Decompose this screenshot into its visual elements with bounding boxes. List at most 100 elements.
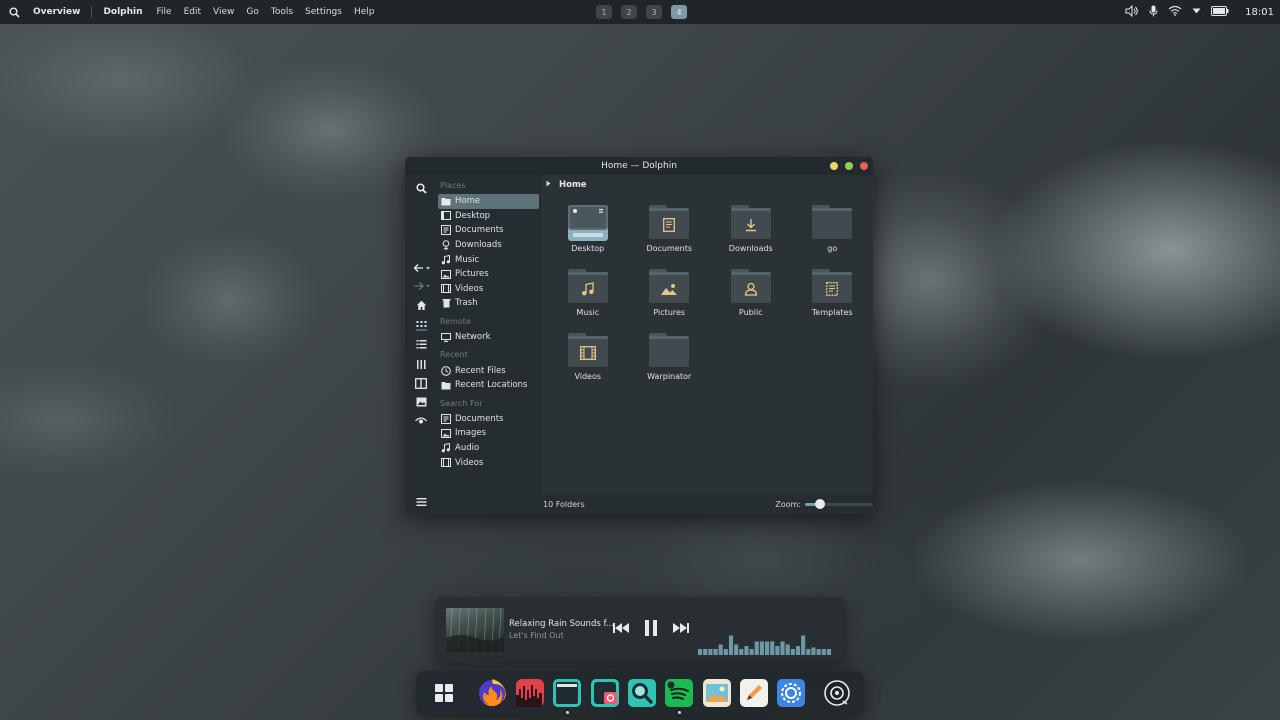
workspace-2[interactable]: 2 bbox=[621, 5, 637, 19]
search-icon[interactable] bbox=[414, 181, 428, 195]
places-item-trash[interactable]: Trash bbox=[438, 296, 539, 311]
places-item-desktop[interactable]: Desktop bbox=[438, 209, 539, 224]
text-editor-icon[interactable] bbox=[740, 679, 768, 707]
maximize-button[interactable] bbox=[845, 162, 853, 170]
overview-button[interactable]: Overview bbox=[33, 7, 80, 17]
folder-go[interactable]: go bbox=[792, 203, 874, 267]
volume-icon[interactable] bbox=[1125, 4, 1139, 20]
places-item-label: Pictures bbox=[455, 269, 489, 280]
menu-go[interactable]: Go bbox=[246, 7, 258, 17]
workspace-3[interactable]: 3 bbox=[646, 5, 662, 19]
previous-track-icon[interactable] bbox=[613, 623, 629, 636]
breadcrumb-arrow-icon[interactable] bbox=[546, 180, 551, 190]
settings-icon[interactable] bbox=[777, 679, 805, 707]
folder-label: go bbox=[827, 244, 838, 253]
back-icon[interactable] bbox=[413, 261, 431, 275]
places-item-home[interactable]: Home bbox=[438, 194, 539, 209]
audio-editor-icon[interactable] bbox=[516, 679, 544, 707]
menu-settings[interactable]: Settings bbox=[305, 7, 342, 17]
pause-icon[interactable] bbox=[643, 620, 659, 639]
chevron-down-icon[interactable] bbox=[1192, 7, 1201, 17]
places-item-music[interactable]: Music bbox=[438, 252, 539, 267]
window-titlebar[interactable]: Home — Dolphin bbox=[405, 157, 873, 175]
firefox-icon[interactable] bbox=[478, 679, 506, 707]
music-note-icon bbox=[441, 443, 451, 453]
folder-downloads[interactable]: Downloads bbox=[710, 203, 792, 267]
minimize-button[interactable] bbox=[830, 162, 838, 170]
folder-templates[interactable]: Templates bbox=[792, 267, 874, 331]
folder-desktop[interactable]: Desktop bbox=[547, 203, 629, 267]
hamburger-menu-icon[interactable] bbox=[414, 495, 428, 509]
eye-icon[interactable] bbox=[414, 414, 428, 428]
places-section-title: Search For bbox=[440, 398, 483, 408]
visualizer-bar bbox=[816, 649, 821, 655]
folder-videos[interactable]: Videos bbox=[547, 331, 629, 395]
places-item-videos[interactable]: Videos bbox=[438, 282, 539, 297]
menu-tools[interactable]: Tools bbox=[271, 7, 293, 17]
places-item-network[interactable]: Network bbox=[438, 330, 539, 345]
network-icon bbox=[441, 332, 451, 342]
folder-public[interactable]: Public bbox=[710, 267, 792, 331]
places-item-recent-locations[interactable]: Recent Locations bbox=[438, 378, 539, 393]
menu-edit[interactable]: Edit bbox=[184, 7, 201, 17]
battery-icon[interactable] bbox=[1211, 5, 1229, 19]
status-bar: 10 Folders Zoom: bbox=[541, 494, 873, 514]
workspace-1[interactable]: 1 bbox=[596, 5, 612, 19]
details-view-icon[interactable] bbox=[414, 357, 428, 371]
wifi-icon[interactable] bbox=[1168, 5, 1182, 19]
track-title: Relaxing Rain Sounds f... bbox=[509, 619, 614, 629]
menu-view[interactable]: View bbox=[213, 7, 234, 17]
menu-file[interactable]: File bbox=[157, 7, 172, 17]
workspace-4[interactable]: 4 bbox=[671, 5, 687, 19]
preview-icon[interactable] bbox=[414, 395, 428, 409]
zoom-slider-handle[interactable] bbox=[814, 498, 825, 509]
files-icon[interactable] bbox=[553, 679, 581, 707]
templates-folder-icon bbox=[812, 269, 853, 303]
spotify-icon[interactable] bbox=[665, 679, 693, 707]
places-item-search-videos[interactable]: Videos bbox=[438, 455, 539, 470]
compact-view-icon[interactable] bbox=[414, 337, 428, 351]
app-grid-icon[interactable] bbox=[430, 679, 458, 707]
folder-documents[interactable]: Documents bbox=[629, 203, 711, 267]
search-icon[interactable] bbox=[0, 7, 28, 18]
visualizer-bar bbox=[785, 644, 790, 655]
search-app-icon[interactable] bbox=[628, 679, 656, 707]
places-item-label: Downloads bbox=[455, 240, 502, 251]
places-item-pictures[interactable]: Pictures bbox=[438, 267, 539, 282]
menu-help[interactable]: Help bbox=[354, 7, 375, 17]
places-item-documents[interactable]: Documents bbox=[438, 223, 539, 238]
places-panel: Places Home Desktop Documents Downloads … bbox=[438, 175, 541, 514]
places-item-search-documents[interactable]: Documents bbox=[438, 412, 539, 427]
places-item-search-audio[interactable]: Audio bbox=[438, 441, 539, 456]
album-art[interactable] bbox=[446, 608, 504, 652]
close-button[interactable] bbox=[860, 162, 868, 170]
visualizer-bar bbox=[821, 649, 826, 655]
download-icon bbox=[441, 240, 451, 251]
active-app-name[interactable]: Dolphin bbox=[103, 7, 142, 17]
music-player-icon[interactable] bbox=[823, 679, 851, 707]
folder-music[interactable]: Music bbox=[547, 267, 629, 331]
clock[interactable]: 18:01 bbox=[1245, 7, 1274, 18]
folder-label: Public bbox=[738, 308, 763, 317]
places-item-recent-files[interactable]: Recent Files bbox=[438, 363, 539, 378]
folder-pictures[interactable]: Pictures bbox=[629, 267, 711, 331]
system-tray: 18:01 bbox=[1125, 0, 1274, 24]
breadcrumb-home[interactable]: Home bbox=[559, 180, 587, 190]
home-icon[interactable] bbox=[414, 298, 428, 312]
image-viewer-icon[interactable] bbox=[703, 679, 731, 707]
folder-warpinator[interactable]: Warpinator bbox=[629, 331, 711, 395]
next-track-icon[interactable] bbox=[673, 623, 689, 636]
desktop-folder-icon bbox=[567, 205, 608, 241]
screenshot-icon[interactable] bbox=[591, 679, 619, 707]
places-item-downloads[interactable]: Downloads bbox=[438, 238, 539, 253]
visualizer-bar bbox=[811, 647, 816, 655]
downloads-folder-icon bbox=[730, 205, 771, 239]
places-item-label: Home bbox=[455, 196, 481, 207]
zoom-slider[interactable] bbox=[805, 498, 873, 509]
split-view-icon[interactable] bbox=[414, 376, 428, 390]
places-item-search-images[interactable]: Images bbox=[438, 426, 539, 441]
icons-view-icon[interactable] bbox=[414, 318, 428, 332]
microphone-icon[interactable] bbox=[1149, 5, 1158, 20]
visualizer-bar bbox=[734, 644, 739, 655]
forward-icon[interactable] bbox=[413, 279, 431, 293]
